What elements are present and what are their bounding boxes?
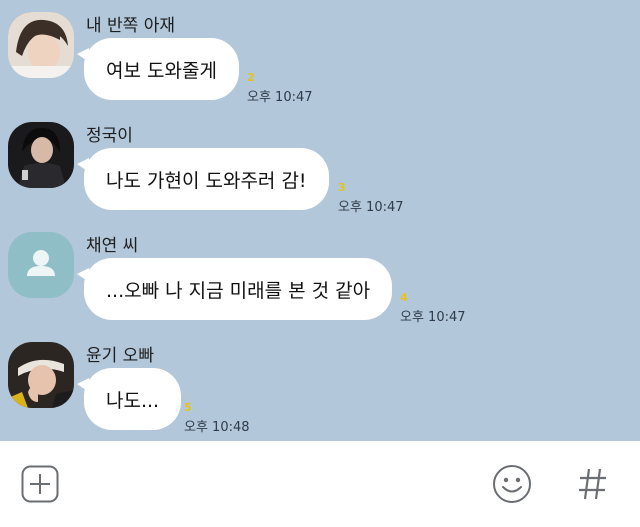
unread-count: 2 (247, 71, 255, 84)
message-time: 오후 10:47 (400, 310, 466, 325)
unread-count: 3 (338, 181, 346, 194)
default-avatar[interactable] (8, 232, 74, 298)
message-time: 오후 10:47 (247, 90, 313, 105)
sender-name: 정국이 (86, 126, 133, 146)
message-bubble[interactable]: 나도 가현이 도와주러 감! (77, 148, 329, 210)
message-bubble[interactable]: 나도... (76, 368, 182, 430)
hash-icon[interactable] (578, 467, 608, 505)
sender-name: 윤기 오빠 (86, 346, 154, 366)
plus-icon[interactable] (21, 465, 59, 507)
avatar[interactable] (8, 122, 74, 188)
message-time: 오후 10:47 (338, 200, 404, 215)
sender-name: 내 반쪽 아재 (86, 16, 176, 36)
emoji-icon[interactable] (492, 464, 532, 508)
message-input-bar[interactable] (0, 441, 640, 527)
unread-count: 4 (400, 291, 408, 304)
message-bubble[interactable]: ...오빠 나 지금 미래를 본 것 같아 (76, 258, 393, 320)
avatar[interactable] (8, 12, 74, 78)
sender-name: 채연 씨 (86, 236, 139, 256)
unread-count: 5 (184, 401, 192, 414)
chat-area[interactable]: 내 반쪽 아재 여보 도와줄게 2 오후 10:47 정국이 나도 가현이 도와… (0, 0, 640, 441)
message-bubble[interactable]: 여보 도와줄게 (77, 38, 239, 100)
avatar[interactable] (8, 342, 74, 408)
message-time: 오후 10:48 (184, 420, 250, 435)
